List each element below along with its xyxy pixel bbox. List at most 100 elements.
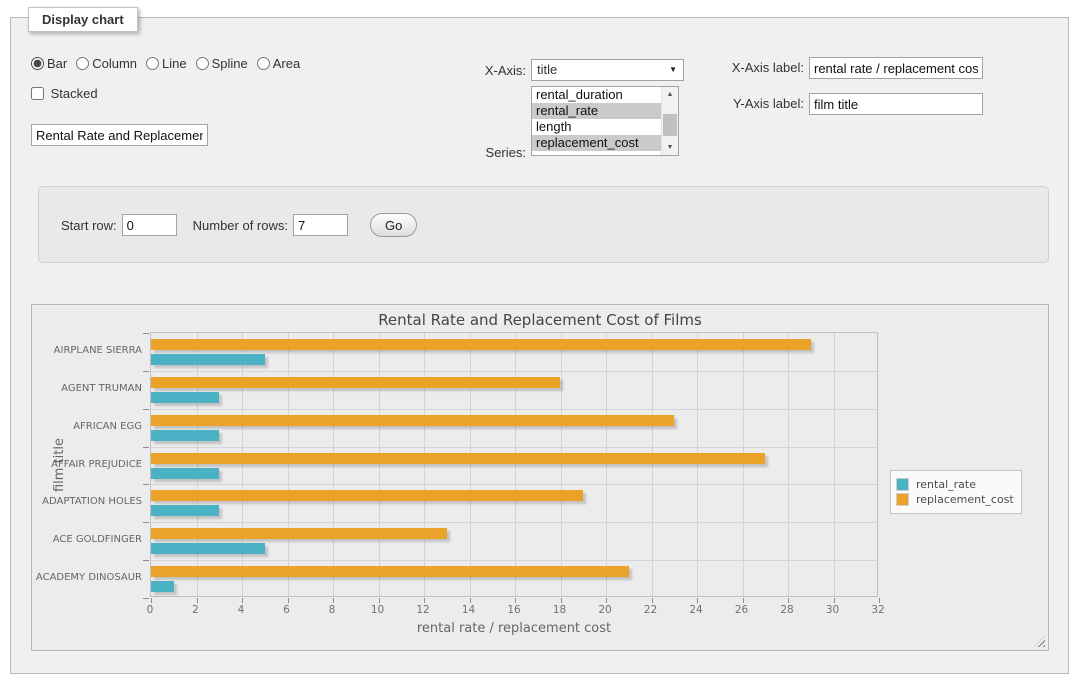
gridline	[424, 333, 425, 596]
scroll-down-icon[interactable]: ▼	[662, 140, 678, 155]
x-axis-tick-label: 10	[360, 604, 396, 616]
x-axis-tick-label: 20	[587, 604, 623, 616]
y-axis-category-labels: AIRPLANE SIERRA AGENT TRUMAN AFRICAN EGG AF…	[32, 332, 142, 597]
stacked-checkbox[interactable]	[31, 87, 44, 100]
x-axis-tick-label: 30	[815, 604, 851, 616]
series-label: Series:	[451, 145, 526, 160]
legend-swatch-icon	[896, 478, 909, 491]
chart-title: Rental Rate and Replacement Cost of Film…	[32, 311, 1048, 329]
x-axis-tick-label: 6	[269, 604, 305, 616]
chart-container: Rental Rate and Replacement Cost of Film…	[31, 304, 1049, 651]
series-options: rental_durationrental_ratelengthreplacem…	[532, 87, 661, 155]
gridline	[743, 333, 744, 596]
scrollbar[interactable]: ▲ ▼	[661, 87, 678, 155]
gridline	[606, 333, 607, 596]
series-option-rental_rate[interactable]: rental_rate	[532, 103, 661, 119]
resize-handle-icon[interactable]	[1034, 636, 1045, 647]
bar-replacement_cost	[151, 566, 629, 577]
chart-type-option-line[interactable]: Line	[146, 56, 187, 71]
series-option-replacement_cost[interactable]: replacement_cost	[532, 135, 661, 151]
x-axis-tickmark	[242, 598, 243, 603]
y-axis-category-label: AFFAIR PREJUDICE	[32, 459, 142, 470]
x-axis-tick-label: 16	[496, 604, 532, 616]
y-axis-tickmark	[143, 522, 149, 523]
x-axis-tickmark	[288, 598, 289, 603]
chart-type-option-bar[interactable]: Bar	[31, 56, 67, 71]
x-axis-tickmark	[697, 598, 698, 603]
go-button[interactable]: Go	[370, 213, 417, 237]
x-axis-tick-label: 14	[451, 604, 487, 616]
x-axis-tickmark	[879, 598, 880, 603]
chart-type-radio-label: Bar	[47, 56, 67, 71]
chart-type-radio-label: Line	[162, 56, 187, 71]
y-axis-category-label: ADAPTATION HOLES	[32, 496, 142, 507]
stacked-label: Stacked	[51, 86, 98, 101]
plot-area	[150, 332, 878, 597]
row-range-panel: Start row: Number of rows: Go	[38, 186, 1049, 263]
x-axis-tickmark	[470, 598, 471, 603]
series-multiselect[interactable]: rental_durationrental_ratelengthreplacem…	[531, 86, 679, 156]
start-row-label: Start row:	[61, 218, 117, 233]
x-axis-tick-label: 26	[724, 604, 760, 616]
x-axis-tick-label: 0	[132, 604, 168, 616]
y-axis-label-input[interactable]	[809, 93, 983, 115]
legend-label: replacement_cost	[916, 493, 1014, 506]
gridline	[379, 333, 380, 596]
y-axis-tickmark	[143, 560, 149, 561]
x-axis-tick-label: 12	[405, 604, 441, 616]
chart-type-radio-label: Area	[273, 56, 300, 71]
chart-type-radio-label: Spline	[212, 56, 248, 71]
chart-legend: rental_rate replacement_cost	[890, 470, 1022, 514]
chart-type-radio-spline[interactable]	[196, 57, 209, 70]
x-axis-tickmark	[743, 598, 744, 603]
bar-replacement_cost	[151, 339, 811, 350]
x-axis-tickmark	[652, 598, 653, 603]
scrollbar-thumb[interactable]	[663, 114, 677, 136]
gridline	[151, 447, 877, 448]
x-axis-tickmark	[197, 598, 198, 603]
chart-type-option-area[interactable]: Area	[257, 56, 300, 71]
chart-type-radio-label: Column	[92, 56, 137, 71]
y-axis-label-label: Y-Axis label:	[711, 96, 804, 111]
y-axis-tickmark	[143, 447, 149, 448]
start-row-input[interactable]	[122, 214, 177, 236]
chart-type-option-column[interactable]: Column	[76, 56, 137, 71]
x-axis-tick-label: 4	[223, 604, 259, 616]
y-axis-tickmark	[143, 333, 149, 334]
num-rows-input[interactable]	[293, 214, 348, 236]
gridline	[151, 560, 877, 561]
x-axis-tick-label: 32	[860, 604, 896, 616]
stacked-checkbox-row[interactable]: Stacked	[31, 86, 98, 101]
x-axis-select[interactable]: title ▼	[531, 59, 684, 81]
chart-type-radio-area[interactable]	[257, 57, 270, 70]
series-option-rental_duration[interactable]: rental_duration	[532, 87, 661, 103]
chart-type-radio-bar[interactable]	[31, 57, 44, 70]
y-axis-category-label: AGENT TRUMAN	[32, 383, 142, 394]
y-axis-category-label: AFRICAN EGG	[32, 421, 142, 432]
scroll-up-icon[interactable]: ▲	[662, 87, 678, 102]
bar-rental_rate	[151, 354, 265, 365]
gridline	[515, 333, 516, 596]
x-axis-tick-label: 18	[542, 604, 578, 616]
bar-rental_rate	[151, 392, 219, 403]
y-axis-tickmark	[143, 409, 149, 410]
bar-rental_rate	[151, 505, 219, 516]
x-axis-label-input[interactable]	[809, 57, 983, 79]
y-axis-tickmark	[143, 371, 149, 372]
y-axis-category-label: ACADEMY DINOSAUR	[32, 572, 142, 583]
x-axis-tickmark	[606, 598, 607, 603]
x-axis-label-label: X-Axis label:	[711, 60, 804, 75]
chart-title-input[interactable]	[31, 124, 208, 146]
chart-type-radio-line[interactable]	[146, 57, 159, 70]
legend-label: rental_rate	[916, 478, 976, 491]
series-option-length[interactable]: length	[532, 119, 661, 135]
bar-rental_rate	[151, 543, 265, 554]
x-axis-tickmark	[834, 598, 835, 603]
legend-swatch-icon	[896, 493, 909, 506]
chart-type-option-spline[interactable]: Spline	[196, 56, 248, 71]
y-axis-category-label: AIRPLANE SIERRA	[32, 345, 142, 356]
legend-item-rental_rate: rental_rate	[896, 478, 1014, 491]
gridline	[697, 333, 698, 596]
x-axis-selected-value: title	[537, 62, 557, 77]
chart-type-radio-column[interactable]	[76, 57, 89, 70]
